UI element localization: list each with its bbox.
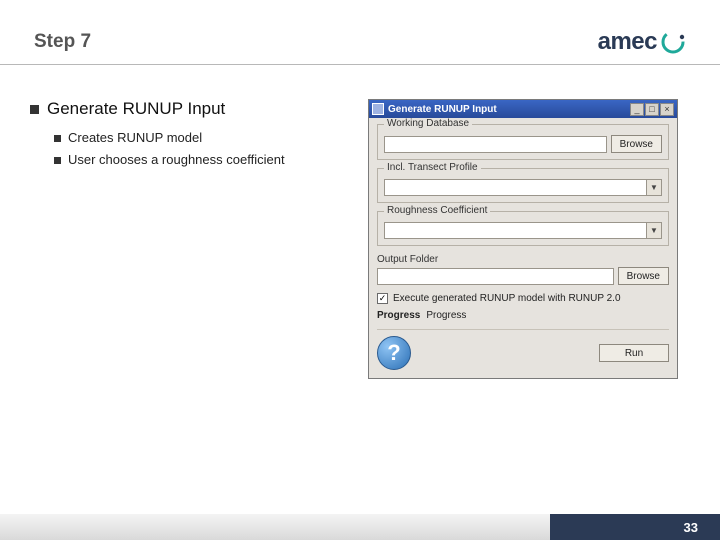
square-bullet-icon	[54, 135, 61, 142]
dialog-titlebar: Generate RUNUP Input _ □ ×	[369, 100, 677, 118]
roughness-coefficient-dropdown[interactable]: ▼	[384, 222, 662, 239]
sub-bullet-text: User chooses a roughness coefficient	[68, 151, 285, 169]
execute-checkbox-row: ✓ Execute generated RUNUP model with RUN…	[377, 293, 669, 304]
progress-row: Progress Progress	[377, 310, 669, 321]
execute-checkbox[interactable]: ✓	[377, 293, 388, 304]
main-bullet-text: Generate RUNUP Input	[47, 99, 225, 119]
roughness-coefficient-group: Roughness Coefficient ▼	[377, 211, 669, 246]
working-database-group: Working Database Browse	[377, 124, 669, 160]
logo-text: amec	[598, 28, 657, 56]
run-button[interactable]: Run	[599, 344, 669, 362]
chevron-down-icon: ▼	[646, 223, 661, 238]
help-icon[interactable]: ?	[377, 336, 411, 370]
chevron-down-icon: ▼	[646, 180, 661, 195]
group-label: Working Database	[384, 118, 472, 129]
page-number: 33	[684, 520, 698, 535]
bullet-column: Generate RUNUP Input Creates RUNUP model…	[30, 99, 350, 379]
browse-button[interactable]: Browse	[611, 135, 662, 153]
output-folder-label: Output Folder	[377, 254, 669, 265]
transect-profile-group: Incl. Transect Profile ▼	[377, 168, 669, 203]
checkbox-label: Execute generated RUNUP model with RUNUP…	[393, 293, 621, 304]
runup-dialog: Generate RUNUP Input _ □ × Working Datab…	[368, 99, 678, 379]
close-button[interactable]: ×	[660, 103, 674, 116]
amec-logo: amec	[598, 28, 686, 56]
output-folder-input[interactable]	[377, 268, 614, 285]
app-icon	[372, 103, 384, 115]
maximize-button[interactable]: □	[645, 103, 659, 116]
progress-label: Progress	[377, 310, 420, 321]
main-bullet-row: Generate RUNUP Input	[30, 99, 350, 119]
dialog-title: Generate RUNUP Input	[388, 104, 630, 115]
sub-bullet-row: User chooses a roughness coefficient	[54, 151, 350, 169]
group-label: Roughness Coefficient	[384, 205, 490, 216]
window-buttons: _ □ ×	[630, 103, 674, 116]
sub-bullet-list: Creates RUNUP model User chooses a rough…	[54, 129, 350, 169]
page-number-box: 33	[550, 514, 720, 540]
slide-header: Step 7 amec	[0, 0, 720, 65]
logo-swish-icon	[660, 29, 686, 55]
dialog-body: Working Database Browse Incl. Transect P…	[369, 118, 677, 378]
sub-bullet-text: Creates RUNUP model	[68, 129, 202, 147]
square-bullet-icon	[30, 105, 39, 114]
minimize-button[interactable]: _	[630, 103, 644, 116]
dialog-bottom-row: ? Run	[377, 330, 669, 370]
slide-footer: 33	[0, 514, 720, 540]
sub-bullet-row: Creates RUNUP model	[54, 129, 350, 147]
square-bullet-icon	[54, 157, 61, 164]
slide-title: Step 7	[34, 31, 91, 53]
browse-output-button[interactable]: Browse	[618, 267, 669, 285]
working-database-input[interactable]	[384, 136, 607, 153]
footer-gradient	[0, 514, 550, 540]
slide-content: Generate RUNUP Input Creates RUNUP model…	[0, 65, 720, 379]
transect-profile-dropdown[interactable]: ▼	[384, 179, 662, 196]
progress-sub-label: Progress	[426, 310, 466, 321]
group-label: Incl. Transect Profile	[384, 162, 481, 173]
